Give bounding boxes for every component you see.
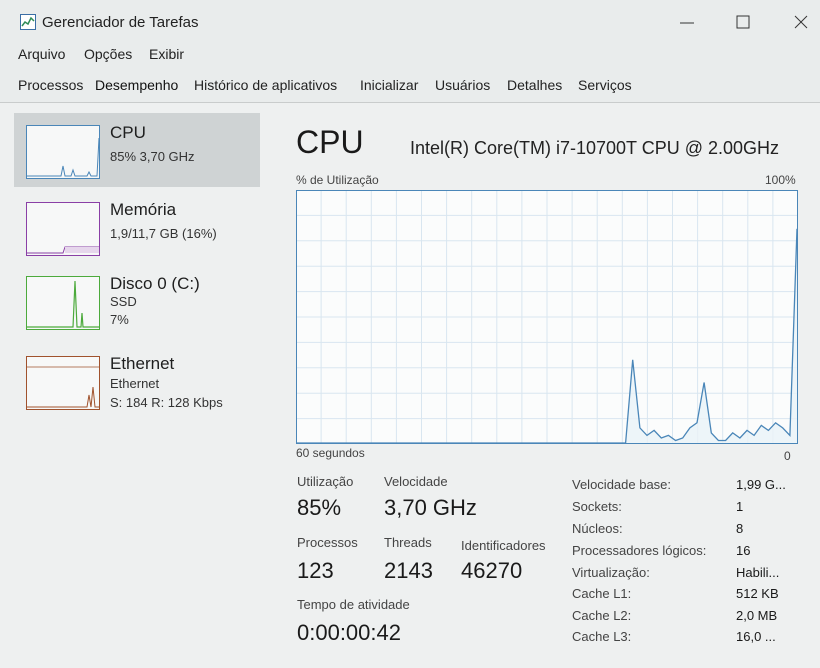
tab-desempenho[interactable]: Desempenho [95,77,178,93]
spec-value: 1 [736,499,744,514]
tab-usuarios[interactable]: Usuários [435,77,490,93]
disk-thumbnail-graph [26,276,100,330]
menu-exibir[interactable]: Exibir [149,46,184,62]
spec-value: 512 KB [736,586,779,601]
tempo-atividade-label: Tempo de atividade [297,597,410,612]
menu-arquivo[interactable]: Arquivo [18,46,65,62]
sidebar-ethernet-name: Ethernet [110,354,175,373]
spec-value: 16 [736,543,751,558]
page-title: CPU [296,124,364,160]
sidebar-cpu-detail: 85% 3,70 GHz [110,149,195,164]
velocidade-value: 3,70 GHz [384,495,477,520]
spec-label: Cache L2: [572,608,632,623]
spec-label: Velocidade base: [572,477,672,492]
spec-label: Cache L1: [572,586,632,601]
graph-y-label: % de Utilização [296,173,379,187]
spec-value: 1,99 G... [736,477,786,492]
maximize-button[interactable] [728,8,758,38]
processos-value: 123 [297,558,334,583]
spec-label: Processadores lógicos: [572,543,707,558]
close-button[interactable] [786,8,816,38]
cpu-thumbnail-graph [26,125,100,179]
threads-label: Threads [384,535,432,550]
processos-label: Processos [297,535,358,550]
tab-bar: Processos Desempenho Histórico de aplica… [0,74,820,100]
sidebar-disco-type: SSD [110,294,137,309]
identificadores-value: 46270 [461,558,523,583]
utilizacao-label: Utilização [297,474,354,489]
velocidade-label: Velocidade [384,474,448,489]
sidebar-memoria-detail: 1,9/11,7 GB (16%) [110,226,217,241]
menu-opcoes[interactable]: Opções [84,46,132,62]
spec-label: Cache L3: [572,629,632,644]
threads-value: 2143 [384,558,433,583]
identificadores-label: Identificadores [461,538,546,553]
tab-inicializar[interactable]: Inicializar [360,77,418,93]
sidebar-ethernet-adapter: Ethernet [110,376,160,391]
tempo-atividade-value: 0:00:00:42 [297,620,401,645]
sidebar-memoria-name: Memória [110,200,177,219]
menu-bar: Arquivo Opções Exibir [0,46,820,66]
sidebar-disco-name: Disco 0 (C:) [110,274,200,293]
graph-zero-label: 0 [784,449,791,463]
sidebar-item-disco[interactable]: Disco 0 (C:) SSD 7% [14,264,260,338]
spec-label: Núcleos: [572,521,623,536]
spec-value: 8 [736,521,744,536]
window-title: Gerenciador de Tarefas [42,14,199,31]
cpu-utilization-graph [296,190,798,444]
task-manager-icon [20,14,36,30]
tab-historico[interactable]: Histórico de aplicativos [194,77,337,93]
spec-label: Sockets: [572,499,622,514]
tab-detalhes[interactable]: Detalhes [507,77,562,93]
utilizacao-value: 85% [297,495,342,520]
tab-processos[interactable]: Processos [18,77,83,93]
cpu-model-name: Intel(R) Core(TM) i7-10700T CPU @ 2.00GH… [410,138,780,158]
tab-servicos[interactable]: Serviços [578,77,632,93]
graph-time-label: 60 segundos [296,446,365,460]
ethernet-thumbnail-graph [26,356,100,410]
memory-thumbnail-graph [26,202,100,256]
minimize-button[interactable] [672,8,702,38]
cpu-graph-svg [296,190,798,444]
sidebar-item-cpu[interactable]: CPU 85% 3,70 GHz [14,113,260,187]
spec-value: Habili... [736,565,780,580]
sidebar-item-memoria[interactable]: Memória 1,9/11,7 GB (16%) [14,190,260,264]
sidebar-disco-usage: 7% [110,312,129,327]
graph-max-label: 100% [765,173,796,187]
title-bar: Gerenciador de Tarefas [0,0,820,44]
sidebar-item-ethernet[interactable]: Ethernet Ethernet S: 184 R: 128 Kbps [14,344,260,418]
spec-value: 2,0 MB [736,608,778,623]
sidebar-ethernet-throughput: S: 184 R: 128 Kbps [110,395,223,410]
spec-value: 16,0 ... [736,629,776,644]
sidebar-cpu-name: CPU [110,123,146,142]
spec-label: Virtualização: [572,565,650,580]
